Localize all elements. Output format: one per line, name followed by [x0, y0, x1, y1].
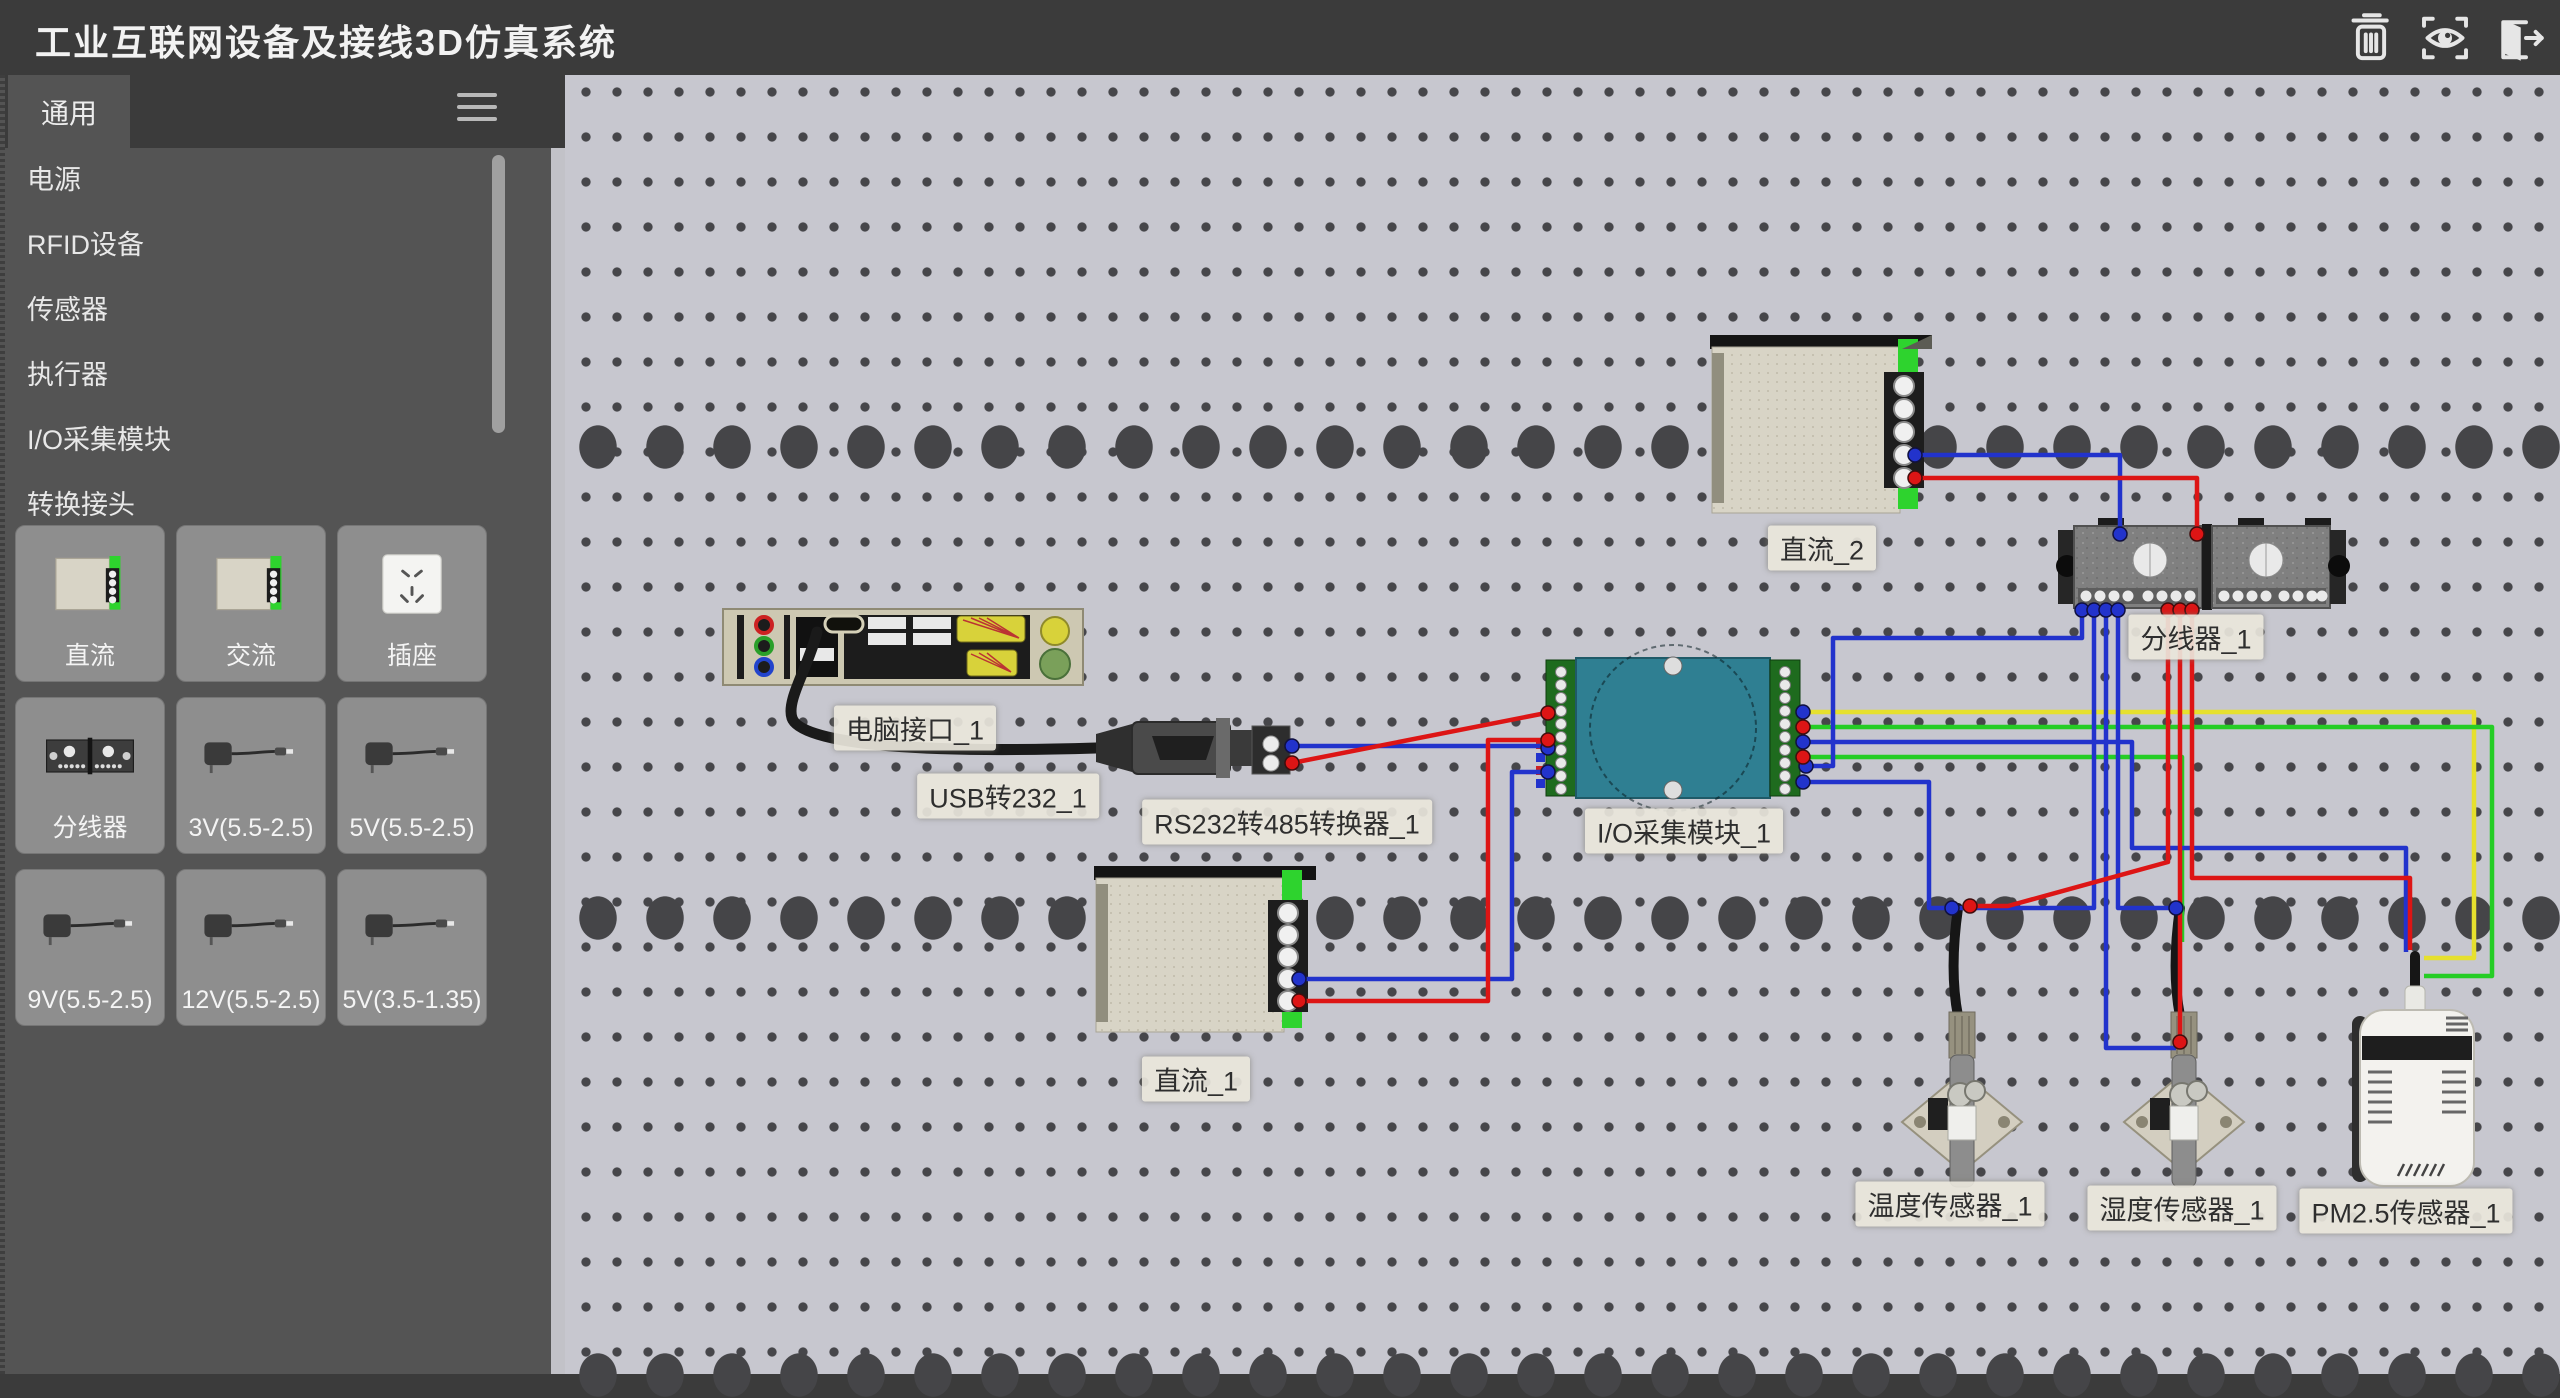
adapter-thumb-icon — [177, 870, 325, 985]
adapter-thumb-icon — [338, 698, 486, 813]
top-bar: 工业互联网设备及接线3D仿真系统 — [0, 0, 2560, 75]
device-label: 直流_2 — [1768, 526, 1876, 571]
dc-power-thumb-icon — [16, 526, 164, 641]
tab-general[interactable]: 通用 — [8, 75, 130, 148]
palette-card-ac[interactable]: 交流 — [176, 525, 326, 682]
ac-power-thumb-icon — [177, 526, 325, 641]
delete-button[interactable] — [2340, 8, 2402, 68]
sidebar: 通用 电源 RFID设备 传感器 执行器 I/O采集模块 转换接头 直流 交流 — [0, 75, 565, 1374]
palette-scrollbar-track[interactable] — [551, 148, 565, 1374]
device-label: PM2.5传感器_1 — [2299, 1189, 2512, 1234]
palette-card-label: 插座 — [387, 641, 437, 671]
tab-strip: 通用 — [5, 75, 565, 148]
app-title: 工业互联网设备及接线3D仿真系统 — [35, 14, 617, 66]
palette-card-label: 分线器 — [52, 813, 127, 843]
palette-card-5v[interactable]: 5V(5.5-2.5) — [337, 697, 487, 854]
palette-card-label: 9V(5.5-2.5) — [27, 985, 152, 1015]
sidebar-item-power[interactable]: 电源 — [5, 148, 565, 213]
device-label: 直流_1 — [1142, 1057, 1250, 1102]
exit-button[interactable] — [2488, 8, 2550, 68]
trash-icon — [2343, 10, 2399, 66]
category-menu: 电源 RFID设备 传感器 执行器 I/O采集模块 转换接头 — [5, 148, 565, 538]
device-label: USB转232_1 — [917, 774, 1099, 819]
palette-card-label: 5V(5.5-2.5) — [349, 813, 474, 843]
pegboard-hole-row — [565, 895, 2560, 941]
palette-card-12v[interactable]: 12V(5.5-2.5) — [176, 869, 326, 1026]
device-label: 温度传感器_1 — [1855, 1182, 2044, 1227]
device-palette: 直流 交流 插座 分线器 3V(5.5-2.5) — [15, 525, 507, 1026]
palette-card-socket[interactable]: 插座 — [337, 525, 487, 682]
exit-icon — [2491, 10, 2547, 66]
palette-card-label: 交流 — [226, 641, 276, 671]
adapter-thumb-icon — [16, 870, 164, 985]
device-label: 电脑接口_1 — [834, 706, 996, 751]
focus-view-button[interactable] — [2414, 8, 2476, 68]
device-label: I/O采集模块_1 — [1585, 809, 1783, 854]
sidebar-item-sensor[interactable]: 传感器 — [5, 278, 565, 343]
splitter-thumb-icon — [16, 698, 164, 813]
device-label: 湿度传感器_1 — [2087, 1186, 2276, 1231]
adapter-thumb-icon — [177, 698, 325, 813]
sidebar-item-io-module[interactable]: I/O采集模块 — [5, 408, 565, 473]
device-label: 分线器_1 — [2128, 615, 2263, 660]
sidebar-panel: 通用 电源 RFID设备 传感器 执行器 I/O采集模块 转换接头 直流 交流 — [5, 75, 565, 1374]
palette-card-label: 5V(3.5-1.35) — [343, 985, 482, 1015]
palette-card-label: 12V(5.5-2.5) — [182, 985, 321, 1015]
device-label: RS232转485转换器_1 — [1142, 800, 1432, 845]
adapter-thumb-icon — [338, 870, 486, 985]
focus-view-icon — [2417, 10, 2473, 66]
socket-thumb-icon — [338, 526, 486, 641]
hamburger-icon[interactable] — [457, 87, 497, 127]
palette-card-label: 3V(5.5-2.5) — [188, 813, 313, 843]
sidebar-item-rfid[interactable]: RFID设备 — [5, 213, 565, 278]
menu-scrollbar[interactable] — [492, 155, 505, 433]
sidebar-item-actuator[interactable]: 执行器 — [5, 343, 565, 408]
palette-card-dc[interactable]: 直流 — [15, 525, 165, 682]
palette-card-label: 直流 — [65, 641, 115, 671]
palette-card-5v-135[interactable]: 5V(3.5-1.35) — [337, 869, 487, 1026]
palette-card-splitter[interactable]: 分线器 — [15, 697, 165, 854]
pegboard-hole-row — [565, 424, 2560, 470]
toolbar-actions — [2340, 8, 2550, 68]
pegboard-hole-row — [565, 1352, 2560, 1398]
palette-card-9v[interactable]: 9V(5.5-2.5) — [15, 869, 165, 1026]
palette-card-3v[interactable]: 3V(5.5-2.5) — [176, 697, 326, 854]
